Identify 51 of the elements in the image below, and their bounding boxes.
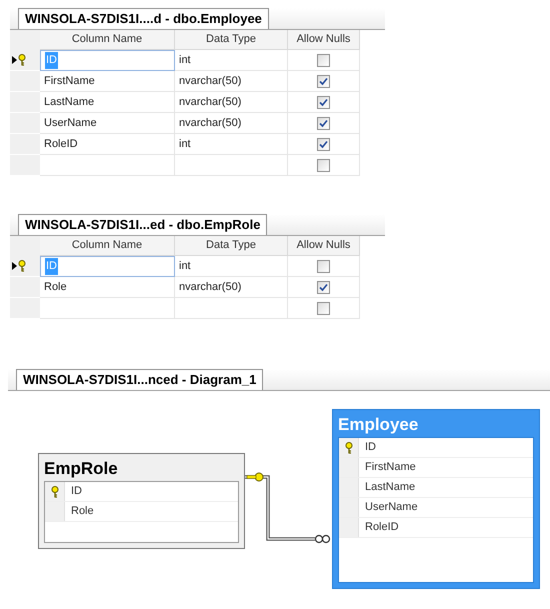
key-icon: [50, 486, 58, 498]
key-icon: [18, 54, 26, 66]
column-header[interactable]: Column Name: [40, 236, 175, 256]
data-type-cell[interactable]: nvarchar(50): [179, 114, 242, 132]
data-type-cell[interactable]: int: [179, 258, 191, 274]
column-name-cell[interactable]: LastName: [44, 94, 94, 110]
checkbox[interactable]: [317, 138, 330, 150]
column-name: Role: [71, 504, 94, 520]
column-name-cell[interactable]: RoleID: [44, 136, 78, 152]
checkbox[interactable]: [317, 116, 330, 130]
checkbox[interactable]: [317, 54, 330, 66]
column-name: LastName: [365, 480, 416, 496]
table-title: EmpRole: [44, 458, 119, 480]
column-name: UserName: [365, 500, 418, 516]
table-shape[interactable]: Employee ID FirstName LastName UserName RoleID: [332, 409, 540, 589]
checkbox[interactable]: [317, 74, 330, 88]
column-name-cell[interactable]: Role: [44, 278, 67, 296]
checkbox[interactable]: [317, 158, 330, 172]
column-name-cell[interactable]: FirstName: [44, 72, 95, 90]
document-tab[interactable]: WINSOLA-S7DIS1I...ed - dbo.EmpRole: [18, 214, 268, 235]
column-header[interactable]: Data Type: [175, 30, 288, 50]
key-icon: [344, 442, 352, 454]
row-header[interactable]: [10, 50, 40, 71]
current-row-arrow-icon: [12, 262, 17, 270]
column-name: FirstName: [365, 460, 416, 476]
data-type-cell[interactable]: nvarchar(50): [179, 72, 242, 90]
data-type-cell[interactable]: nvarchar(50): [179, 278, 242, 296]
corner-header: [10, 236, 40, 256]
column-name: ID: [71, 484, 82, 500]
data-type-cell[interactable]: int: [179, 52, 191, 68]
column-header[interactable]: Column Name: [40, 30, 175, 50]
checkbox[interactable]: [317, 280, 330, 294]
document-tab[interactable]: WINSOLA-S7DIS1I....d - dbo.Employee: [18, 8, 269, 29]
corner-header: [10, 30, 40, 50]
key-icon: [18, 260, 26, 272]
checkbox[interactable]: [317, 302, 330, 314]
data-type-cell[interactable]: int: [179, 136, 191, 152]
column-name: ID: [365, 440, 376, 456]
column-name-cell[interactable]: UserName: [44, 114, 97, 132]
document-tab[interactable]: WINSOLA-S7DIS1I...nced - Diagram_1: [16, 369, 264, 390]
column-header[interactable]: Allow Nulls: [288, 236, 360, 256]
table-shape[interactable]: EmpRole ID Role: [38, 453, 245, 549]
column-header[interactable]: Data Type: [175, 236, 288, 256]
column-name: RoleID: [365, 520, 399, 536]
checkbox[interactable]: [317, 260, 330, 272]
checkbox[interactable]: [317, 96, 330, 108]
table-title: Employee: [338, 414, 420, 436]
row-header[interactable]: [10, 256, 40, 277]
column-header[interactable]: Allow Nulls: [288, 30, 360, 50]
current-row-arrow-icon: [12, 56, 17, 64]
data-type-cell[interactable]: nvarchar(50): [179, 94, 242, 110]
